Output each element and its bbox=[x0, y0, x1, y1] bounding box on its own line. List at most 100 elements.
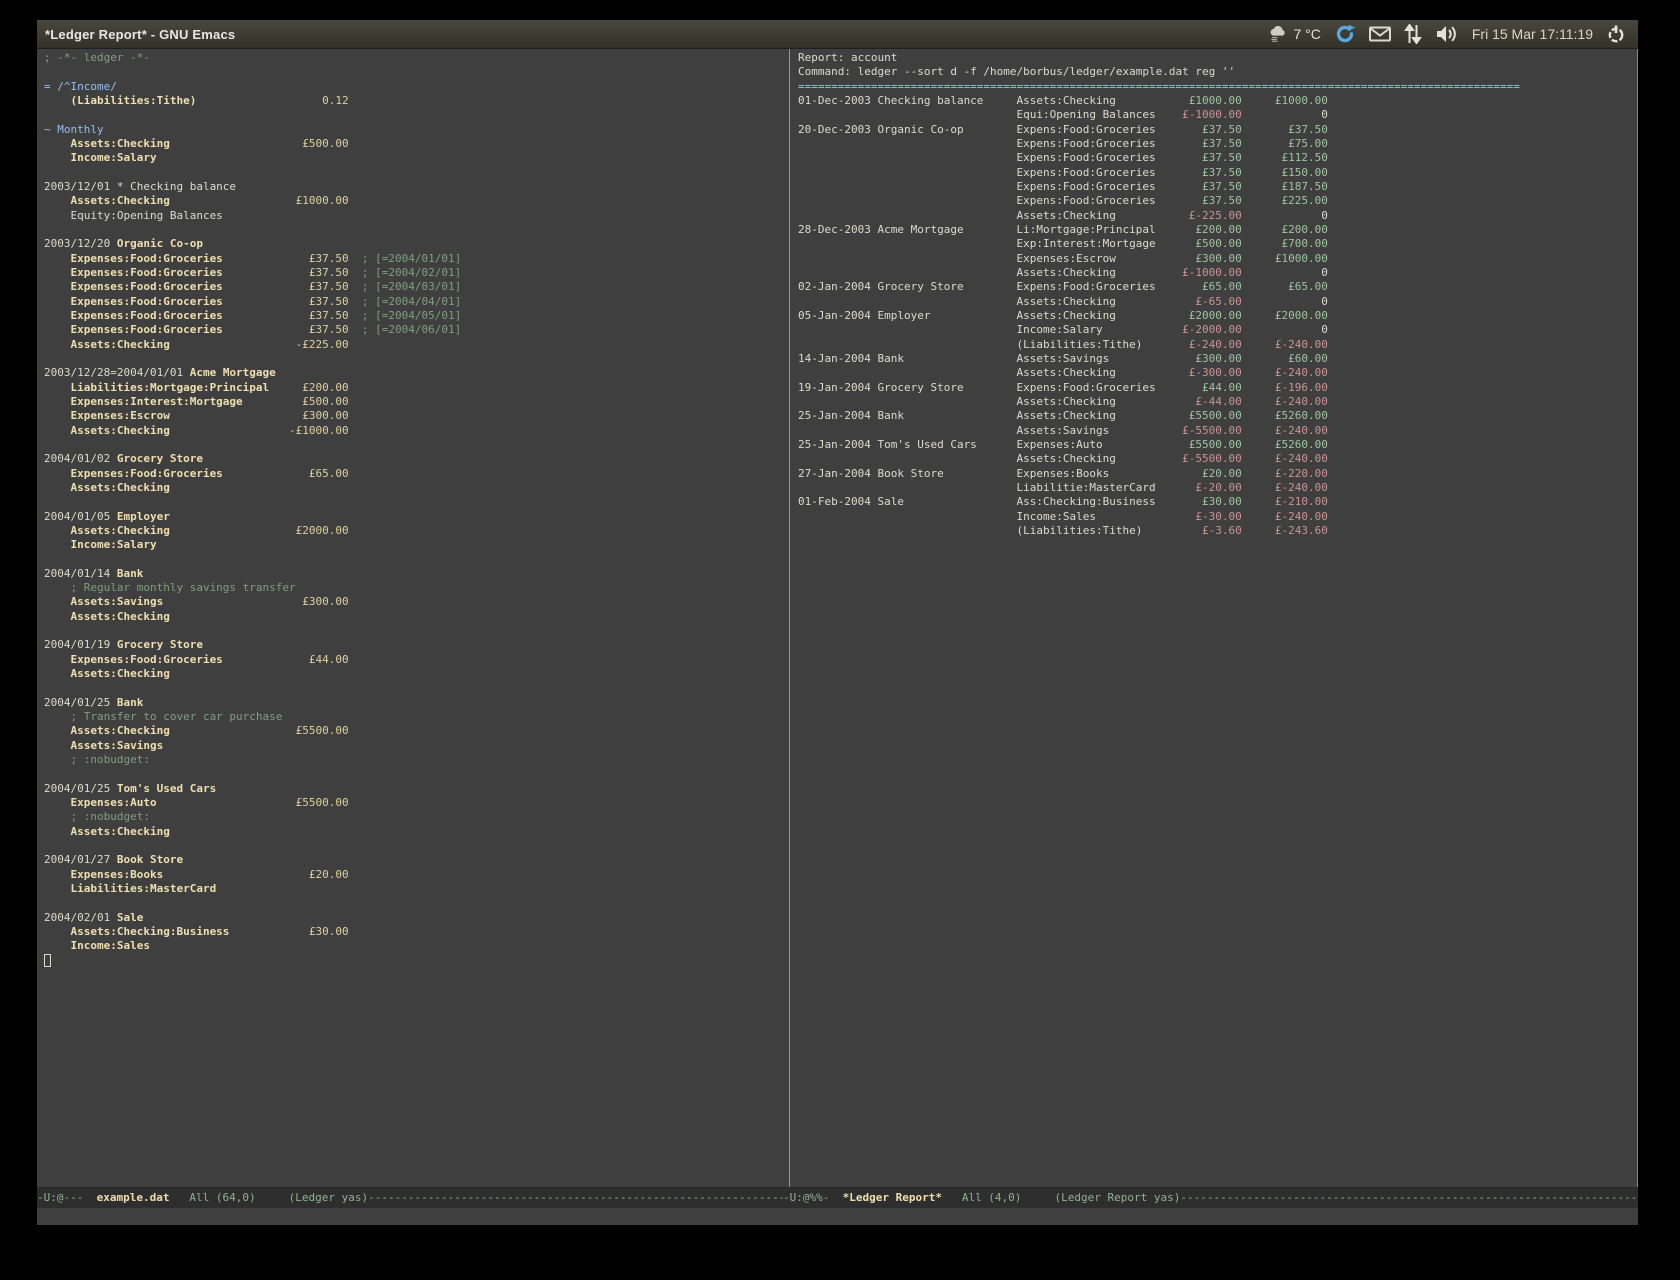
clock[interactable]: Fri 15 Mar 17:11:19 bbox=[1472, 26, 1593, 42]
titlebar[interactable]: *Ledger Report* - GNU Emacs 7 °C bbox=[37, 20, 1638, 49]
ledger-report-buffer: Report: accountCommand: ledger --sort d … bbox=[798, 51, 1637, 538]
buffer-line: Assets:Checking £2000.00 bbox=[44, 524, 789, 538]
buffer-line: ; -*- ledger -*- bbox=[44, 51, 789, 65]
buffer-line: Exp:Interest:Mortgage £500.00 £700.00 bbox=[798, 237, 1637, 251]
buffer-line: ========================================… bbox=[798, 80, 1637, 94]
buffer-line: Liabilities:MasterCard bbox=[44, 882, 789, 896]
buffer-line: Assets:Checking £500.00 bbox=[44, 137, 789, 151]
buffer-line: Assets:Checking bbox=[44, 667, 789, 681]
buffer-line: Assets:Checking bbox=[44, 825, 789, 839]
buffer-line bbox=[44, 896, 789, 910]
buffer-line: Equity:Opening Balances bbox=[44, 209, 789, 223]
buffer-line: Expenses:Food:Groceries £37.50 ; [=2004/… bbox=[44, 295, 789, 309]
buffer-line: (Liabilities:Tithe) £-3.60 £-243.60 bbox=[798, 524, 1637, 538]
buffer-line: 2003/12/20 Organic Co-op bbox=[44, 237, 789, 251]
buffer-line: Assets:Checking bbox=[44, 610, 789, 624]
buffer-line: 2004/01/19 Grocery Store bbox=[44, 638, 789, 652]
buffer-line: Expenses:Escrow £300.00 £1000.00 bbox=[798, 252, 1637, 266]
buffer-line: 2003/12/01 * Checking balance bbox=[44, 180, 789, 194]
buffer-line: 2004/01/05 Employer bbox=[44, 510, 789, 524]
buffer-line: 2004/01/27 Book Store bbox=[44, 853, 789, 867]
buffer-line: Expenses:Food:Groceries £37.50 ; [=2004/… bbox=[44, 280, 789, 294]
window-title: *Ledger Report* - GNU Emacs bbox=[45, 27, 235, 42]
buffer-line: Assets:Savings £-5500.00 £-240.00 bbox=[798, 424, 1637, 438]
buffer-line: 2003/12/28=2004/01/01 Acme Mortgage bbox=[44, 366, 789, 380]
buffer-line: Equi:Opening Balances £-1000.00 0 bbox=[798, 108, 1637, 122]
buffer-line: Report: account bbox=[798, 51, 1637, 65]
buffer-line: Assets:Checking £-65.00 0 bbox=[798, 295, 1637, 309]
buffer-line bbox=[44, 438, 789, 452]
refresh-icon[interactable] bbox=[1334, 23, 1356, 45]
buffer-line: 2004/01/25 Bank bbox=[44, 696, 789, 710]
window-area: ; -*- ledger -*- = /^Income/ (Liabilitie… bbox=[37, 49, 1638, 1187]
weather-rain-cloud-icon bbox=[1268, 25, 1288, 43]
buffer-line: = /^Income/ bbox=[44, 80, 789, 94]
buffer-line: Command: ledger --sort d -f /home/borbus… bbox=[798, 65, 1637, 79]
buffer-line: Liabilities:Mortgage:Principal £200.00 bbox=[44, 381, 789, 395]
modeline-left[interactable]: -U:@--- example.dat All (64,0) (Ledger y… bbox=[37, 1188, 783, 1208]
system-tray: 7 °C Fri 15 Mar 17:11:19 bbox=[1268, 23, 1626, 45]
buffer-line: Assets:Checking -£225.00 bbox=[44, 338, 789, 352]
volume-icon[interactable] bbox=[1435, 24, 1459, 44]
buffer-line: Assets:Checking £5500.00 bbox=[44, 724, 789, 738]
buffer-line: 28-Dec-2003 Acme Mortgage Li:Mortgage:Pr… bbox=[798, 223, 1637, 237]
buffer-line: ; Transfer to cover car purchase bbox=[44, 710, 789, 724]
weather-indicator[interactable]: 7 °C bbox=[1268, 25, 1320, 43]
buffer-line bbox=[44, 767, 789, 781]
power-icon[interactable] bbox=[1606, 24, 1626, 44]
buffer-line bbox=[44, 495, 789, 509]
buffer-line bbox=[44, 839, 789, 853]
buffer-line: Expens:Food:Groceries £37.50 £75.00 bbox=[798, 137, 1637, 151]
buffer-line: Expens:Food:Groceries £37.50 £112.50 bbox=[798, 151, 1637, 165]
buffer-line: 2004/01/02 Grocery Store bbox=[44, 452, 789, 466]
ledger-file-window[interactable]: ; -*- ledger -*- = /^Income/ (Liabilitie… bbox=[37, 49, 790, 1187]
buffer-line: 2004/01/25 Tom's Used Cars bbox=[44, 782, 789, 796]
buffer-line: Expenses:Food:Groceries £44.00 bbox=[44, 653, 789, 667]
buffer-line: Assets:Checking £-225.00 0 bbox=[798, 209, 1637, 223]
buffer-line: 2004/02/01 Sale bbox=[44, 911, 789, 925]
buffer-line: Assets:Checking £-1000.00 0 bbox=[798, 266, 1637, 280]
buffer-line: Assets:Checking:Business £30.00 bbox=[44, 925, 789, 939]
buffer-line: Assets:Checking bbox=[44, 481, 789, 495]
buffer-line: Income:Salary bbox=[44, 538, 789, 552]
buffer-line: Expenses:Interest:Mortgage £500.00 bbox=[44, 395, 789, 409]
buffer-line: (Liabilities:Tithe) 0.12 bbox=[44, 94, 789, 108]
buffer-line: Expenses:Escrow £300.00 bbox=[44, 409, 789, 423]
buffer-line: Assets:Checking -£1000.00 bbox=[44, 424, 789, 438]
emacs-frame: *Ledger Report* - GNU Emacs 7 °C bbox=[37, 20, 1638, 1225]
buffer-line: Income:Sales bbox=[44, 939, 789, 953]
text-cursor bbox=[44, 954, 51, 967]
buffer-line: ; :nobudget: bbox=[44, 753, 789, 767]
mail-icon[interactable] bbox=[1369, 26, 1391, 42]
buffer-line: Assets:Checking £-300.00 £-240.00 bbox=[798, 366, 1637, 380]
buffer-line: 14-Jan-2004 Bank Assets:Savings £300.00 … bbox=[798, 352, 1637, 366]
buffer-line: Income:Salary £-2000.00 0 bbox=[798, 323, 1637, 337]
ledger-report-window[interactable]: Report: accountCommand: ledger --sort d … bbox=[790, 49, 1637, 1187]
buffer-line: Assets:Checking £-44.00 £-240.00 bbox=[798, 395, 1637, 409]
buffer-line: Expens:Food:Groceries £37.50 £187.50 bbox=[798, 180, 1637, 194]
buffer-line: Assets:Checking £1000.00 bbox=[44, 194, 789, 208]
buffer-line: 19-Jan-2004 Grocery Store Expens:Food:Gr… bbox=[798, 381, 1637, 395]
buffer-line: Expens:Food:Groceries £37.50 £225.00 bbox=[798, 194, 1637, 208]
buffer-line bbox=[44, 166, 789, 180]
buffer-line: Expenses:Food:Groceries £37.50 ; [=2004/… bbox=[44, 266, 789, 280]
buffer-line bbox=[44, 223, 789, 237]
buffer-line: Expens:Food:Groceries £37.50 £150.00 bbox=[798, 166, 1637, 180]
buffer-line bbox=[44, 108, 789, 122]
buffer-line: 20-Dec-2003 Organic Co-op Expens:Food:Gr… bbox=[798, 123, 1637, 137]
buffer-line: 27-Jan-2004 Book Store Expenses:Books £2… bbox=[798, 467, 1637, 481]
buffer-line bbox=[44, 552, 789, 566]
buffer-line bbox=[44, 624, 789, 638]
network-traffic-icon[interactable] bbox=[1404, 24, 1422, 44]
buffer-line: (Liabilities:Tithe) £-240.00 £-240.00 bbox=[798, 338, 1637, 352]
buffer-line: Expenses:Food:Groceries £37.50 ; [=2004/… bbox=[44, 252, 789, 266]
buffer-line: Income:Sales £-30.00 £-240.00 bbox=[798, 510, 1637, 524]
ledger-file-buffer: ; -*- ledger -*- = /^Income/ (Liabilitie… bbox=[44, 51, 789, 968]
buffer-line: 25-Jan-2004 Bank Assets:Checking £5500.0… bbox=[798, 409, 1637, 423]
buffer-line: Assets:Checking £-5500.00 £-240.00 bbox=[798, 452, 1637, 466]
buffer-line bbox=[44, 352, 789, 366]
echo-area[interactable] bbox=[37, 1208, 1638, 1225]
buffer-line bbox=[44, 65, 789, 79]
modeline-right[interactable]: -U:@%%- *Ledger Report* All (4,0) (Ledge… bbox=[783, 1188, 1638, 1208]
buffer-line: 01-Feb-2004 Sale Ass:Checking:Business £… bbox=[798, 495, 1637, 509]
